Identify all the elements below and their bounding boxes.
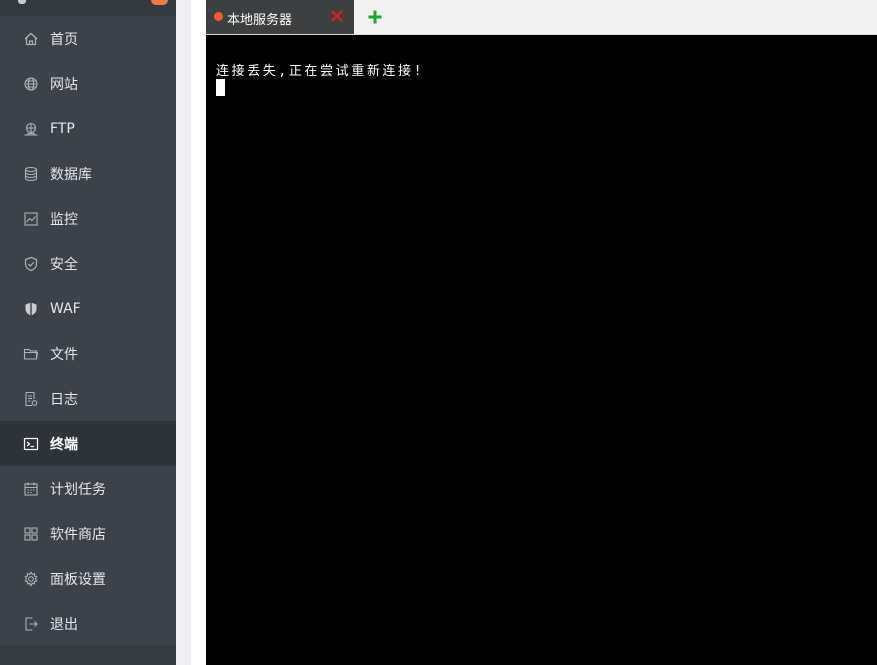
sidebar-item-settings[interactable]: 面板设置 [0,556,176,601]
sidebar-item-label: 计划任务 [50,481,106,498]
notification-badge[interactable] [151,0,168,5]
terminal-output-line: 连接丢失,正在尝试重新连接! [216,64,425,79]
globe-icon [23,76,39,92]
apps-grid-icon [23,526,39,542]
sidebar-item-label: 监控 [50,211,78,228]
sidebar-item-label: 软件商店 [50,526,106,543]
sidebar-item-label: WAF [50,300,81,317]
sidebar-item-label: FTP [50,120,75,137]
terminal-screen[interactable]: 连接丢失,正在尝试重新连接! [206,35,877,665]
app-window: 首页 网站 FTP 数据库 监控 安全 WAF 文件 日志 终端 计划任务 软件… [0,0,877,665]
logo-icon [18,0,26,4]
calendar-icon [23,481,39,497]
gear-icon [23,571,39,587]
terminal-cursor [216,79,225,96]
sidebar-item-label: 终端 [50,436,78,453]
sidebar-item-logout[interactable]: 退出 [0,601,176,646]
sidebar-item-label: 退出 [50,616,78,633]
sidebar-item-files[interactable]: 文件 [0,331,176,376]
sidebar-nav: 首页 网站 FTP 数据库 监控 安全 WAF 文件 日志 终端 计划任务 软件… [0,16,176,646]
close-icon[interactable] [330,9,344,23]
folder-icon [23,346,39,362]
connection-status-dot [214,12,223,21]
tab-local-server[interactable]: 本地服务器 [206,0,354,34]
layout-gutter [176,0,191,665]
sidebar-item-app-store[interactable]: 软件商店 [0,511,176,556]
home-icon [23,31,39,47]
ftp-icon [23,121,39,137]
terminal-tab-bar: 本地服务器 [206,0,877,35]
plus-icon[interactable] [366,8,384,26]
waf-shield-icon [23,301,39,317]
sidebar-item-label: 数据库 [50,166,92,183]
sidebar-item-website[interactable]: 网站 [0,61,176,106]
sidebar-item-security[interactable]: 安全 [0,241,176,286]
log-icon [23,391,39,407]
sidebar-item-home[interactable]: 首页 [0,16,176,61]
shield-check-icon [23,256,39,272]
monitor-icon [23,211,39,227]
sidebar-item-label: 日志 [50,391,78,408]
sidebar-item-database[interactable]: 数据库 [0,151,176,196]
terminal-panel: 本地服务器 连接丢失,正在尝试重新连接! [206,0,877,665]
sidebar-header [0,0,176,16]
database-icon [23,166,39,182]
sidebar-item-logs[interactable]: 日志 [0,376,176,421]
sidebar-footer [0,646,176,665]
sidebar-item-label: 文件 [50,346,78,363]
tab-label: 本地服务器 [227,13,293,28]
sidebar-item-label: 首页 [50,31,78,48]
content-margin [191,0,206,665]
sidebar-item-waf[interactable]: WAF [0,286,176,331]
sidebar-item-cron[interactable]: 计划任务 [0,466,176,511]
sidebar-item-label: 网站 [50,76,78,93]
sidebar-item-label: 安全 [50,256,78,273]
sidebar-item-monitor[interactable]: 监控 [0,196,176,241]
sidebar-item-terminal[interactable]: 终端 [0,421,176,466]
sidebar-item-label: 面板设置 [50,571,106,588]
logout-icon [23,616,39,632]
sidebar-item-ftp[interactable]: FTP [0,106,176,151]
terminal-icon [23,436,39,452]
sidebar: 首页 网站 FTP 数据库 监控 安全 WAF 文件 日志 终端 计划任务 软件… [0,0,176,665]
